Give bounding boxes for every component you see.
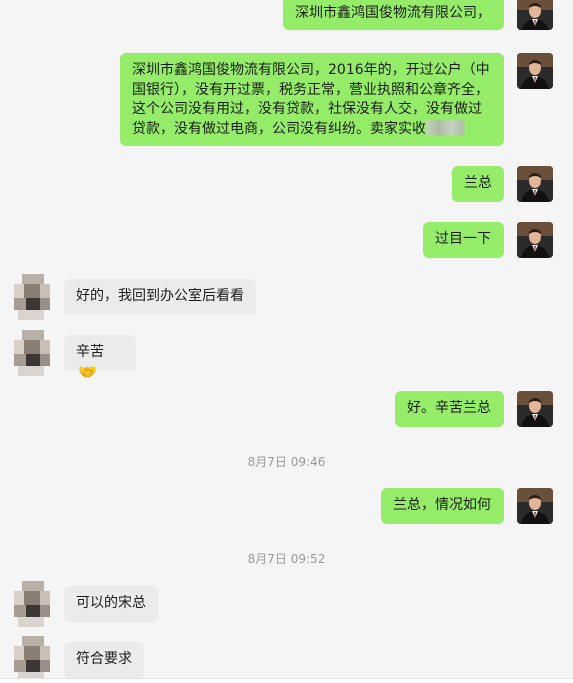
input-area-edge bbox=[0, 678, 573, 683]
avatar[interactable] bbox=[14, 274, 50, 320]
message-text: 符合要求 bbox=[76, 651, 132, 667]
handshake-emoji-icon: 🤝 bbox=[78, 362, 97, 381]
avatar[interactable] bbox=[517, 53, 553, 89]
avatar-pixelated-icon bbox=[14, 581, 50, 627]
message-bubble-incoming[interactable]: 符合要求 bbox=[64, 642, 144, 678]
message-text: 深圳市鑫鸿国俊物流有限公司， bbox=[295, 5, 491, 21]
avatar-pixelated-icon bbox=[14, 636, 50, 682]
message-text: 辛苦 bbox=[76, 344, 104, 360]
message-bubble-incoming[interactable]: 辛苦 🤝 bbox=[64, 335, 136, 381]
avatar-man-icon bbox=[517, 488, 553, 524]
message-bubble-outgoing[interactable]: 兰总 bbox=[452, 166, 504, 202]
avatar-man-icon bbox=[517, 0, 553, 30]
chat-message-area[interactable]: 深圳市鑫鸿国俊物流有限公司， 深圳市鑫鸿国俊物流有限公司，2016年的，开过公户… bbox=[0, 0, 573, 683]
message-bubble-incoming[interactable]: 好的，我回到办公室后看看 bbox=[64, 279, 256, 315]
message-text: 过目一下 bbox=[435, 231, 491, 247]
avatar-man-icon bbox=[517, 53, 553, 89]
avatar[interactable] bbox=[14, 581, 50, 627]
message-bubble-outgoing[interactable]: 深圳市鑫鸿国俊物流有限公司， bbox=[283, 0, 504, 30]
avatar-pixelated-icon bbox=[14, 330, 50, 376]
message-timestamp: 8月7日 09:46 bbox=[247, 455, 326, 469]
message-text: 兰总 bbox=[464, 175, 492, 191]
message-timestamp: 8月7日 09:52 bbox=[247, 552, 326, 566]
message-bubble-outgoing[interactable]: 兰总，情况如何 bbox=[381, 488, 504, 524]
avatar-man-icon bbox=[517, 391, 553, 427]
message-text: 好的，我回到办公室后看看 bbox=[76, 288, 244, 304]
message-bubble-outgoing[interactable]: 深圳市鑫鸿国俊物流有限公司，2016年的，开过公户（中国银行），没有开过票，税务… bbox=[120, 53, 504, 146]
avatar[interactable] bbox=[517, 488, 553, 524]
avatar[interactable] bbox=[14, 636, 50, 682]
avatar[interactable] bbox=[517, 166, 553, 202]
message-text: 好。辛苦兰总 bbox=[407, 400, 491, 416]
avatar[interactable] bbox=[517, 391, 553, 427]
message-bubble-incoming[interactable]: 可以的宋总 bbox=[64, 586, 158, 622]
avatar[interactable] bbox=[14, 330, 50, 376]
avatar-man-icon bbox=[517, 222, 553, 258]
avatar[interactable] bbox=[517, 222, 553, 258]
message-bubble-outgoing[interactable]: 过目一下 bbox=[423, 222, 504, 258]
message-text: 兰总，情况如何 bbox=[393, 497, 491, 513]
avatar[interactable] bbox=[517, 0, 553, 30]
avatar-man-icon bbox=[517, 166, 553, 202]
avatar-pixelated-icon bbox=[14, 274, 50, 320]
redacted-amount bbox=[426, 119, 464, 135]
message-text: 可以的宋总 bbox=[76, 595, 146, 611]
message-bubble-outgoing[interactable]: 好。辛苦兰总 bbox=[395, 391, 504, 427]
